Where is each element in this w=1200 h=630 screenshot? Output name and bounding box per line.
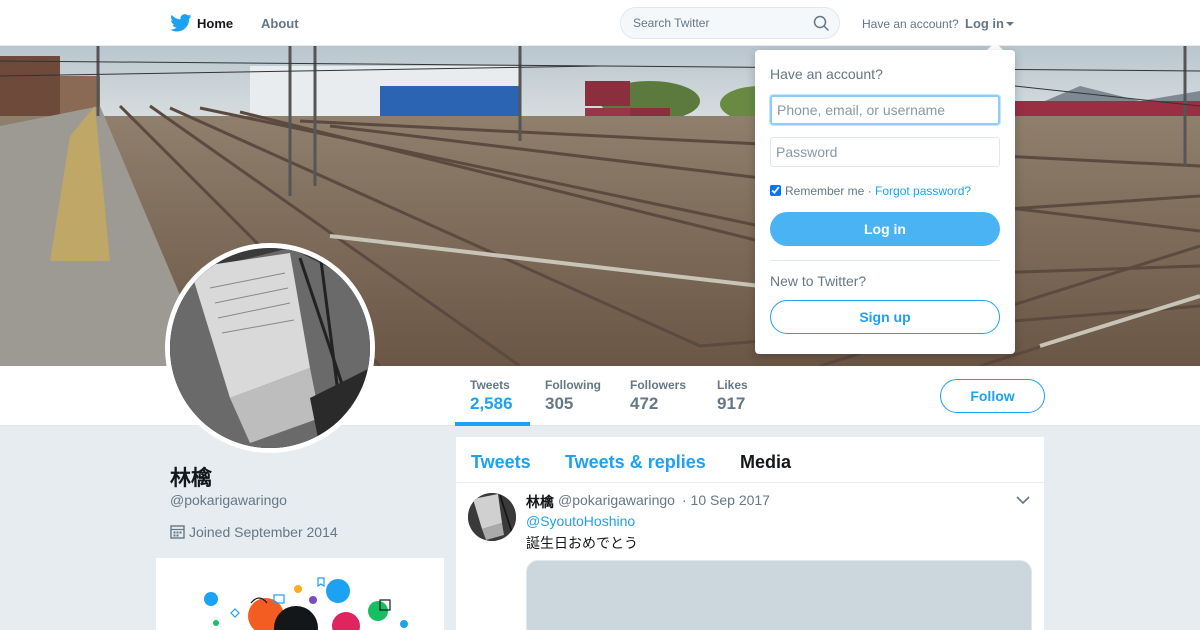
- timeline: Tweets Tweets & replies Media 林檎 @pokari…: [456, 437, 1044, 630]
- search-box[interactable]: [620, 7, 840, 39]
- timeline-tabs: Tweets Tweets & replies Media: [456, 437, 1044, 483]
- tweet-mention-link[interactable]: @SyoutoHoshino: [526, 513, 635, 529]
- login-dropdown-toggle[interactable]: Log in: [965, 16, 1014, 31]
- profile-handle: @pokarigawaringo: [170, 492, 287, 508]
- tweet-author-handle[interactable]: @pokarigawaringo: [558, 492, 675, 508]
- search-input[interactable]: [633, 16, 803, 30]
- joined-date: Joined September 2014: [189, 524, 338, 540]
- stat-value: 305: [545, 394, 574, 413]
- stat-following[interactable]: Following 305: [545, 378, 601, 414]
- avatar-image: [170, 248, 370, 448]
- remember-label[interactable]: Remember me: [785, 184, 864, 198]
- dropdown-title: Have an account?: [770, 66, 883, 82]
- illustration-image: [204, 577, 408, 630]
- tweet-media[interactable]: [526, 560, 1032, 630]
- stat-label: Following: [545, 378, 601, 392]
- top-nav-bar: Home About Have an account? Log in: [0, 0, 1200, 46]
- login-button[interactable]: Log in: [770, 212, 1000, 246]
- stat-value: 472: [630, 394, 659, 413]
- separator: ·: [864, 184, 876, 198]
- signup-button[interactable]: Sign up: [770, 300, 1000, 334]
- login-dropdown: Have an account? Remember me · Forgot pa…: [755, 50, 1015, 354]
- tab-media[interactable]: Media: [740, 452, 791, 473]
- username-field[interactable]: [770, 95, 1000, 125]
- forgot-password-link[interactable]: Forgot password?: [875, 184, 971, 198]
- stat-label: Likes: [717, 378, 748, 392]
- avatar[interactable]: [165, 243, 375, 453]
- login-link-label: Log in: [965, 16, 1004, 31]
- tweet-text: 誕生日おめでとう: [526, 535, 638, 551]
- remember-row: Remember me · Forgot password?: [770, 184, 971, 198]
- tweet[interactable]: 林檎 @pokarigawaringo · 10 Sep 2017 @Syout…: [456, 483, 1044, 630]
- stat-label: Followers: [630, 378, 687, 392]
- stat-followers[interactable]: Followers 472: [630, 378, 686, 414]
- tab-tweets[interactable]: Tweets: [471, 452, 531, 473]
- promo-illustration: [156, 558, 444, 630]
- caret-down-icon: [1006, 22, 1014, 26]
- stat-value: 2,586: [470, 394, 513, 413]
- stat-likes[interactable]: Likes 917: [717, 378, 748, 414]
- tweet-avatar[interactable]: [468, 493, 516, 541]
- new-to-twitter-label: New to Twitter?: [770, 273, 867, 289]
- tweet-author-name[interactable]: 林檎: [526, 492, 554, 512]
- stat-value: 917: [717, 394, 746, 413]
- tweet-date[interactable]: · 10 Sep 2017: [682, 492, 770, 508]
- search-icon[interactable]: [813, 15, 829, 31]
- active-stat-indicator: [455, 422, 530, 426]
- profile-joined: Joined September 2014: [170, 524, 338, 540]
- nav-home-link[interactable]: Home: [197, 16, 233, 31]
- nav-about-link[interactable]: About: [261, 16, 299, 31]
- tab-tweets-replies[interactable]: Tweets & replies: [565, 452, 706, 473]
- chevron-down-icon[interactable]: [1016, 495, 1030, 505]
- password-field[interactable]: [770, 137, 1000, 167]
- calendar-icon: [170, 525, 185, 539]
- have-account-label: Have an account?: [862, 17, 959, 31]
- divider: [770, 260, 1000, 261]
- follow-button[interactable]: Follow: [940, 379, 1045, 413]
- tweet-avatar-image: [468, 493, 516, 541]
- profile-name: 林檎: [170, 467, 212, 490]
- stat-tweets[interactable]: Tweets 2,586: [470, 378, 513, 414]
- stat-label: Tweets: [470, 378, 510, 392]
- remember-checkbox[interactable]: [770, 185, 781, 196]
- twitter-bird-icon[interactable]: [170, 14, 192, 32]
